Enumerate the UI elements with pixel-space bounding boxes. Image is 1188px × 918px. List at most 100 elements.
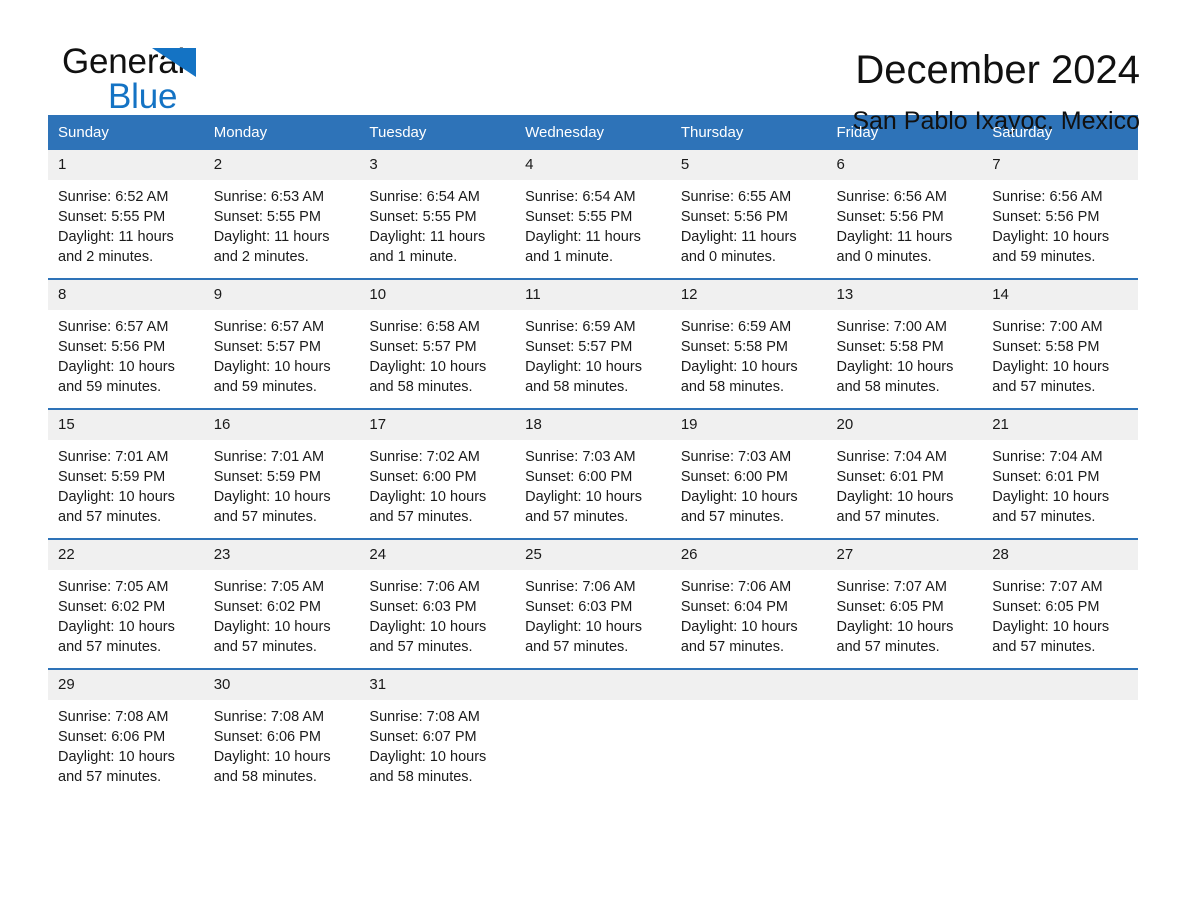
daylight-text-line2: and 57 minutes.: [213, 639, 317, 655]
day-cell-inner: 30 Sunrise: 7:08 AM Sunset: 6:06 PM Dayligh…: [203, 670, 360, 798]
sunset-text: Sunset: 6:02 PM: [58, 599, 166, 615]
daylight-text-line1: Daylight: 10 hours: [213, 359, 331, 375]
day-number: 25: [515, 540, 671, 570]
daylight-text-line2: and 57 minutes.: [369, 509, 473, 525]
calendar-day-cell[interactable]: 24 Sunrise: 7:06 AM Sunset: 6:03 PM Dayligh…: [359, 538, 516, 669]
sunset-text: Sunset: 6:02 PM: [213, 599, 321, 615]
calendar-day-cell[interactable]: 12 Sunrise: 6:59 AM Sunset: 5:58 PM Dayligh…: [670, 278, 827, 409]
calendar-day-cell[interactable]: 7 Sunrise: 6:56 AM Sunset: 5:56 PM Daylight…: [982, 150, 1138, 279]
calendar-day-cell[interactable]: 15 Sunrise: 7:01 AM Sunset: 5:59 PM Dayligh…: [48, 408, 204, 539]
calendar-day-cell[interactable]: 9 Sunrise: 6:57 AM Sunset: 5:57 PM Daylight…: [203, 278, 360, 409]
sunset-text: Sunset: 6:01 PM: [992, 469, 1100, 485]
day-cell-inner: 22 Sunrise: 7:05 AM Sunset: 6:02 PM Dayligh…: [48, 540, 204, 668]
day-info: Sunrise: 6:59 AM Sunset: 5:57 PM Daylight:…: [515, 310, 671, 397]
day-info: Sunrise: 6:59 AM Sunset: 5:58 PM Daylight:…: [671, 310, 827, 397]
day-cell-inner: 27 Sunrise: 7:07 AM Sunset: 6:05 PM Dayligh…: [826, 540, 983, 668]
day-info: Sunrise: 7:00 AM Sunset: 5:58 PM Daylight:…: [982, 310, 1138, 397]
calendar-day-cell[interactable]: 4 Sunrise: 6:54 AM Sunset: 5:55 PM Daylight…: [515, 150, 671, 279]
day-number: 28: [982, 540, 1138, 570]
sunrise-text: Sunrise: 6:56 AM: [992, 189, 1103, 205]
day-info: Sunrise: 7:06 AM Sunset: 6:04 PM Daylight:…: [671, 570, 827, 657]
calendar-day-cell[interactable]: 14 Sunrise: 7:00 AM Sunset: 5:58 PM Dayligh…: [982, 278, 1138, 409]
calendar-day-cell[interactable]: 8 Sunrise: 6:57 AM Sunset: 5:56 PM Daylight…: [48, 278, 204, 409]
day-number: 17: [359, 410, 516, 440]
sunrise-text: Sunrise: 7:04 AM: [992, 449, 1103, 465]
calendar-day-cell[interactable]: 1 Sunrise: 6:52 AM Sunset: 5:55 PM Daylight…: [48, 150, 204, 279]
sunset-text: Sunset: 6:06 PM: [58, 729, 166, 745]
daylight-text-line1: Daylight: 10 hours: [213, 619, 331, 635]
daylight-text-line1: Daylight: 10 hours: [992, 619, 1110, 635]
day-cell-inner: 15 Sunrise: 7:01 AM Sunset: 5:59 PM Dayligh…: [48, 410, 204, 538]
calendar-day-cell[interactable]: 11 Sunrise: 6:59 AM Sunset: 5:57 PM Dayligh…: [515, 278, 671, 409]
day-number: 11: [515, 280, 671, 310]
calendar-day-cell[interactable]: 17 Sunrise: 7:02 AM Sunset: 6:00 PM Dayligh…: [359, 408, 516, 539]
day-cell-inner: 19 Sunrise: 7:03 AM Sunset: 6:00 PM Dayligh…: [670, 410, 827, 538]
general-blue-logo[interactable]: General Blue: [48, 44, 318, 124]
sunrise-text: Sunrise: 7:06 AM: [680, 579, 792, 595]
day-number: 14: [982, 280, 1138, 310]
day-cell-inner: 16 Sunrise: 7:01 AM Sunset: 5:59 PM Dayligh…: [203, 410, 360, 538]
daylight-text-line1: Daylight: 10 hours: [369, 619, 487, 635]
daylight-text-line1: Daylight: 10 hours: [992, 489, 1110, 505]
daylight-text-line1: Daylight: 10 hours: [836, 359, 954, 375]
day-number: 19: [670, 410, 827, 440]
day-cell-inner: 26 Sunrise: 7:06 AM Sunset: 6:04 PM Dayligh…: [670, 540, 827, 668]
day-number: 18: [515, 410, 671, 440]
daylight-text-line2: and 58 minutes.: [525, 379, 629, 395]
daylight-text-line2: and 57 minutes.: [213, 509, 317, 525]
sunset-text: Sunset: 5:56 PM: [992, 209, 1100, 225]
day-number: 31: [359, 670, 516, 700]
calendar-day-cell[interactable]: 3 Sunrise: 6:54 AM Sunset: 5:55 PM Daylight…: [359, 150, 516, 279]
daylight-text-line1: Daylight: 10 hours: [525, 489, 642, 505]
daylight-text-line2: and 58 minutes.: [680, 379, 784, 395]
calendar-day-cell[interactable]: 25 Sunrise: 7:06 AM Sunset: 6:03 PM Dayligh…: [515, 538, 671, 669]
calendar-day-cell[interactable]: 27 Sunrise: 7:07 AM Sunset: 6:05 PM Dayligh…: [826, 538, 983, 669]
calendar-day-cell[interactable]: 16 Sunrise: 7:01 AM Sunset: 5:59 PM Dayligh…: [203, 408, 360, 539]
calendar-day-cell[interactable]: 21 Sunrise: 7:04 AM Sunset: 6:01 PM Dayligh…: [982, 408, 1138, 539]
calendar-day-cell[interactable]: 23 Sunrise: 7:05 AM Sunset: 6:02 PM Dayligh…: [203, 538, 360, 669]
daylight-text-line2: and 57 minutes.: [58, 769, 162, 785]
calendar-day-cell[interactable]: 19 Sunrise: 7:03 AM Sunset: 6:00 PM Dayligh…: [670, 408, 827, 539]
daylight-text-line2: and 1 minute.: [369, 249, 458, 265]
day-cell-inner: 17 Sunrise: 7:02 AM Sunset: 6:00 PM Dayligh…: [359, 410, 516, 538]
sunset-text: Sunset: 5:56 PM: [58, 339, 166, 355]
day-cell-inner: 5 Sunrise: 6:55 AM Sunset: 5:56 PM Daylight…: [670, 150, 827, 278]
daylight-text-line1: Daylight: 10 hours: [213, 749, 331, 765]
calendar-day-cell[interactable]: 26 Sunrise: 7:06 AM Sunset: 6:04 PM Dayligh…: [670, 538, 827, 669]
calendar-week-row: 1 Sunrise: 6:52 AM Sunset: 5:55 PM Daylight…: [48, 150, 1138, 279]
calendar-cell-empty: [826, 668, 983, 798]
sunset-text: Sunset: 6:00 PM: [369, 469, 477, 485]
day-number: 13: [826, 280, 983, 310]
day-cell-inner: 7 Sunrise: 6:56 AM Sunset: 5:56 PM Daylight…: [982, 150, 1138, 278]
day-cell-inner: 25 Sunrise: 7:06 AM Sunset: 6:03 PM Dayligh…: [515, 540, 671, 668]
calendar-day-cell[interactable]: 22 Sunrise: 7:05 AM Sunset: 6:02 PM Dayligh…: [48, 538, 204, 669]
day-info: Sunrise: 6:57 AM Sunset: 5:56 PM Daylight:…: [48, 310, 204, 397]
day-info: Sunrise: 7:08 AM Sunset: 6:06 PM Daylight:…: [204, 700, 360, 787]
calendar-day-cell[interactable]: 28 Sunrise: 7:07 AM Sunset: 6:05 PM Dayligh…: [982, 538, 1138, 669]
day-number: 24: [359, 540, 516, 570]
page-header: General Blue December 2024 San Pablo Ixa…: [48, 0, 1140, 136]
calendar-day-cell[interactable]: 5 Sunrise: 6:55 AM Sunset: 5:56 PM Daylight…: [670, 150, 827, 279]
calendar-day-cell[interactable]: 18 Sunrise: 7:03 AM Sunset: 6:00 PM Dayligh…: [515, 408, 671, 539]
sunrise-text: Sunrise: 6:57 AM: [213, 319, 325, 335]
calendar-day-cell[interactable]: 10 Sunrise: 6:58 AM Sunset: 5:57 PM Dayligh…: [359, 278, 516, 409]
day-number: 22: [48, 540, 204, 570]
sunrise-text: Sunrise: 7:05 AM: [213, 579, 325, 595]
sunset-text: Sunset: 5:57 PM: [369, 339, 477, 355]
calendar-day-cell[interactable]: 29 Sunrise: 7:08 AM Sunset: 6:06 PM Dayligh…: [48, 668, 204, 798]
daylight-text-line1: Daylight: 11 hours: [58, 229, 174, 245]
calendar-day-cell[interactable]: 31 Sunrise: 7:08 AM Sunset: 6:07 PM Dayligh…: [359, 668, 516, 798]
page-title: December 2024: [855, 48, 1140, 92]
calendar-day-cell[interactable]: 6 Sunrise: 6:56 AM Sunset: 5:56 PM Daylight…: [826, 150, 983, 279]
daylight-text-line2: and 58 minutes.: [213, 769, 317, 785]
sunrise-text: Sunrise: 7:08 AM: [213, 709, 325, 725]
calendar-day-cell[interactable]: 20 Sunrise: 7:04 AM Sunset: 6:01 PM Dayligh…: [826, 408, 983, 539]
day-cell-inner: 13 Sunrise: 7:00 AM Sunset: 5:58 PM Dayligh…: [826, 280, 983, 408]
day-cell-inner: 14 Sunrise: 7:00 AM Sunset: 5:58 PM Dayligh…: [982, 280, 1138, 408]
calendar-day-cell[interactable]: 30 Sunrise: 7:08 AM Sunset: 6:06 PM Dayligh…: [203, 668, 360, 798]
sunset-text: Sunset: 5:55 PM: [369, 209, 477, 225]
calendar-day-cell[interactable]: 2 Sunrise: 6:53 AM Sunset: 5:55 PM Daylight…: [203, 150, 360, 279]
calendar-day-cell[interactable]: 13 Sunrise: 7:00 AM Sunset: 5:58 PM Dayligh…: [826, 278, 983, 409]
daylight-text-line1: Daylight: 10 hours: [525, 359, 642, 375]
daylight-text-line1: Daylight: 10 hours: [369, 749, 487, 765]
